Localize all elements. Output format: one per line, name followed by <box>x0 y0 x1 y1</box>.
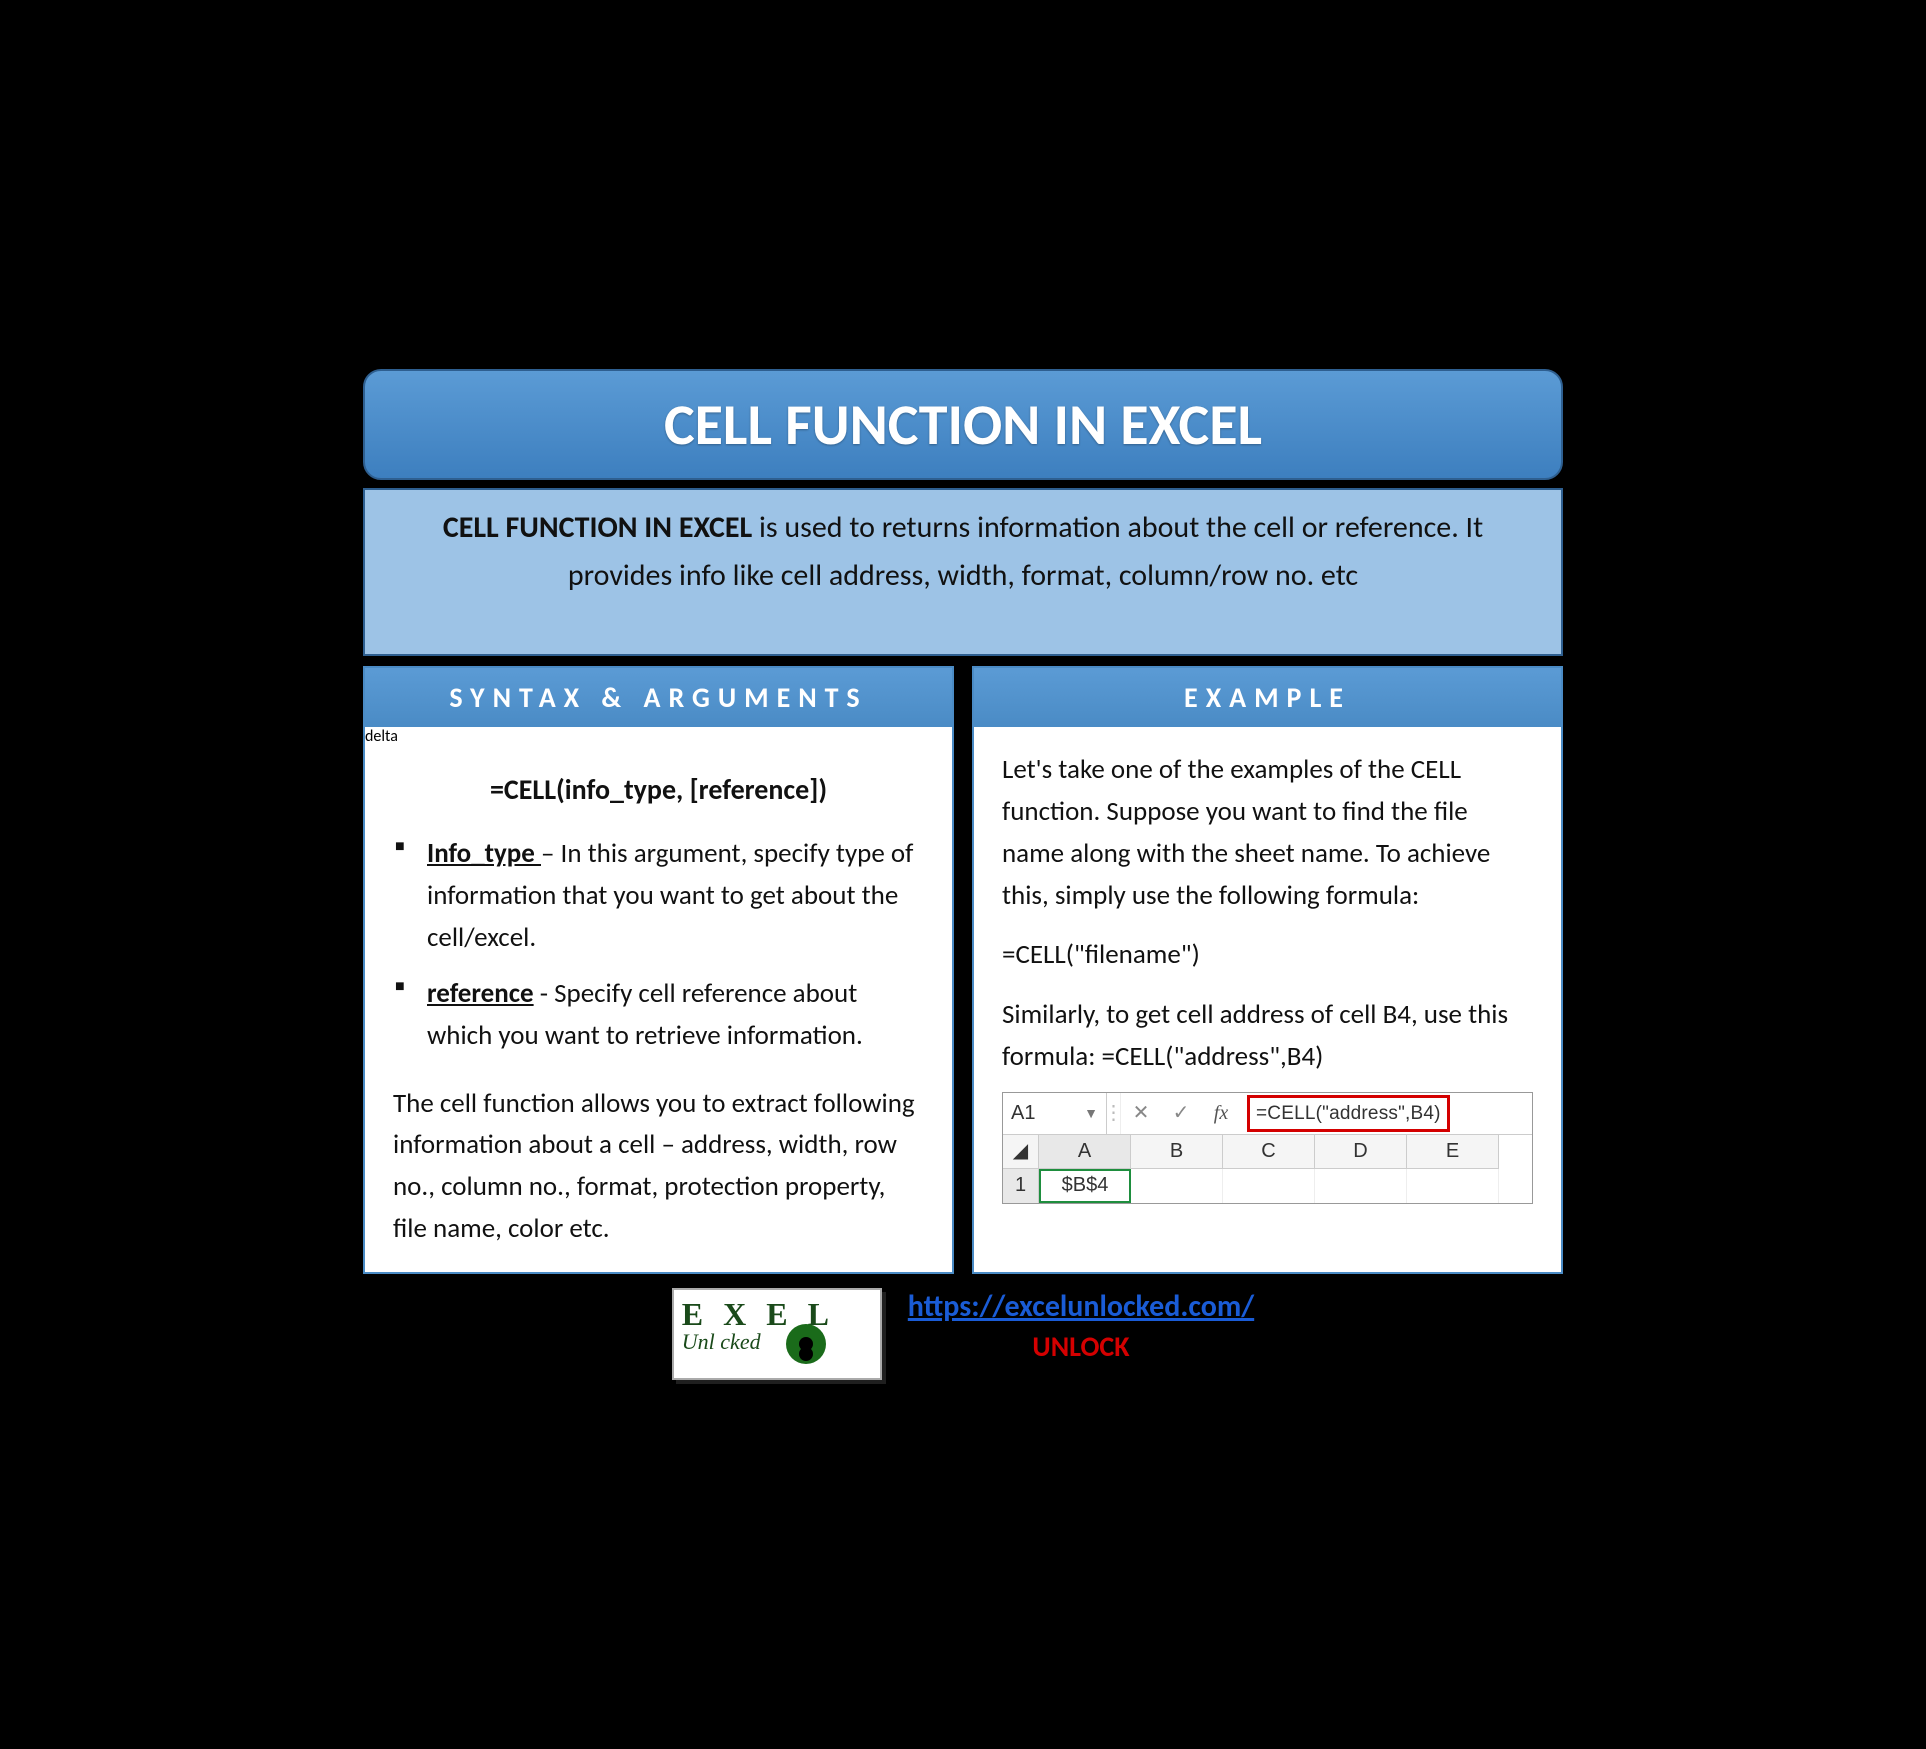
cell[interactable] <box>1315 1169 1407 1203</box>
unlock-label: UNLOCK <box>908 1329 1254 1364</box>
separator-icon: ⋮ <box>1107 1093 1121 1134</box>
keyhole-icon <box>786 1324 826 1364</box>
argument-item: reference - Specify cell reference about… <box>393 973 924 1057</box>
cell[interactable] <box>1407 1169 1499 1203</box>
example-para-2: Similarly, to get cell address of cell B… <box>1002 994 1533 1078</box>
description-bar: CELL FUNCTION IN EXCEL is used to return… <box>363 488 1563 656</box>
page-title: CELL FUNCTION IN EXCEL <box>363 369 1563 480</box>
cell[interactable] <box>1223 1169 1315 1203</box>
excel-unlocked-logo: E X E L Unl cked <box>672 1288 882 1380</box>
col-header[interactable]: D <box>1315 1135 1407 1169</box>
argument-name: reference <box>427 977 534 1010</box>
infographic-page: CELL FUNCTION IN EXCEL CELL FUNCTION IN … <box>363 369 1563 1380</box>
excel-screenshot: A1 ▼ ⋮ ✕ ✓ fx =CELL("address",B4) ◢ A <box>1002 1092 1533 1204</box>
website-link[interactable]: https://excelunlocked.com/ <box>908 1288 1254 1325</box>
cell-a1[interactable]: $B$4 <box>1039 1169 1131 1203</box>
col-header[interactable]: E <box>1407 1135 1499 1169</box>
row-header[interactable]: 1 <box>1003 1169 1039 1203</box>
example-intro: Let's take one of the examples of the CE… <box>1002 749 1533 916</box>
syntax-card-body: =CELL(info_type, [reference]) Info_type … <box>365 746 952 1272</box>
col-header[interactable]: A <box>1039 1135 1131 1169</box>
description-lead: CELL FUNCTION IN EXCEL <box>443 509 752 546</box>
formula-bar-row: A1 ▼ ⋮ ✕ ✓ fx =CELL("address",B4) <box>1003 1093 1532 1135</box>
columns: SYNTAX & ARGUMENTS delta =CELL(info_type… <box>363 666 1563 1274</box>
example-card-header: EXAMPLE <box>974 668 1561 727</box>
footer: E X E L Unl cked https://excelunlocked.c… <box>363 1288 1563 1380</box>
column-headers: ◢ A B C D E <box>1003 1135 1532 1169</box>
syntax-card-header: SYNTAX & ARGUMENTS <box>365 668 952 727</box>
argument-name: Info_type <box>427 837 541 870</box>
formula-bar-text: =CELL("address",B4) <box>1247 1095 1450 1132</box>
select-all-corner[interactable]: ◢ <box>1003 1135 1039 1169</box>
check-icon[interactable]: ✓ <box>1161 1093 1201 1134</box>
syntax-card: SYNTAX & ARGUMENTS delta =CELL(info_type… <box>363 666 954 1274</box>
cell[interactable] <box>1131 1169 1223 1203</box>
col-header[interactable]: C <box>1223 1135 1315 1169</box>
col-header[interactable]: B <box>1131 1135 1223 1169</box>
syntax-paragraph: The cell function allows you to extract … <box>393 1083 924 1250</box>
example-formula-1: =CELL("filename") <box>1002 934 1533 976</box>
name-box[interactable]: A1 ▼ <box>1003 1093 1107 1134</box>
logo-line1: E X E L <box>682 1296 872 1333</box>
arguments-list: Info_type – In this argument, specify ty… <box>393 833 924 1056</box>
name-box-value: A1 <box>1011 1098 1035 1129</box>
chevron-down-icon[interactable]: ▼ <box>1084 1103 1098 1125</box>
syntax-formula: =CELL(info_type, [reference]) <box>393 768 924 811</box>
fx-icon[interactable]: fx <box>1201 1093 1241 1134</box>
cancel-icon[interactable]: ✕ <box>1121 1093 1161 1134</box>
footer-right: https://excelunlocked.com/ UNLOCK <box>908 1288 1254 1364</box>
formula-bar-input[interactable]: =CELL("address",B4) <box>1241 1093 1532 1134</box>
example-card-body: Let's take one of the examples of the CE… <box>974 727 1561 1226</box>
data-row: 1 $B$4 <box>1003 1169 1532 1203</box>
argument-item: Info_type – In this argument, specify ty… <box>393 833 924 959</box>
example-card: EXAMPLE Let's take one of the examples o… <box>972 666 1563 1274</box>
